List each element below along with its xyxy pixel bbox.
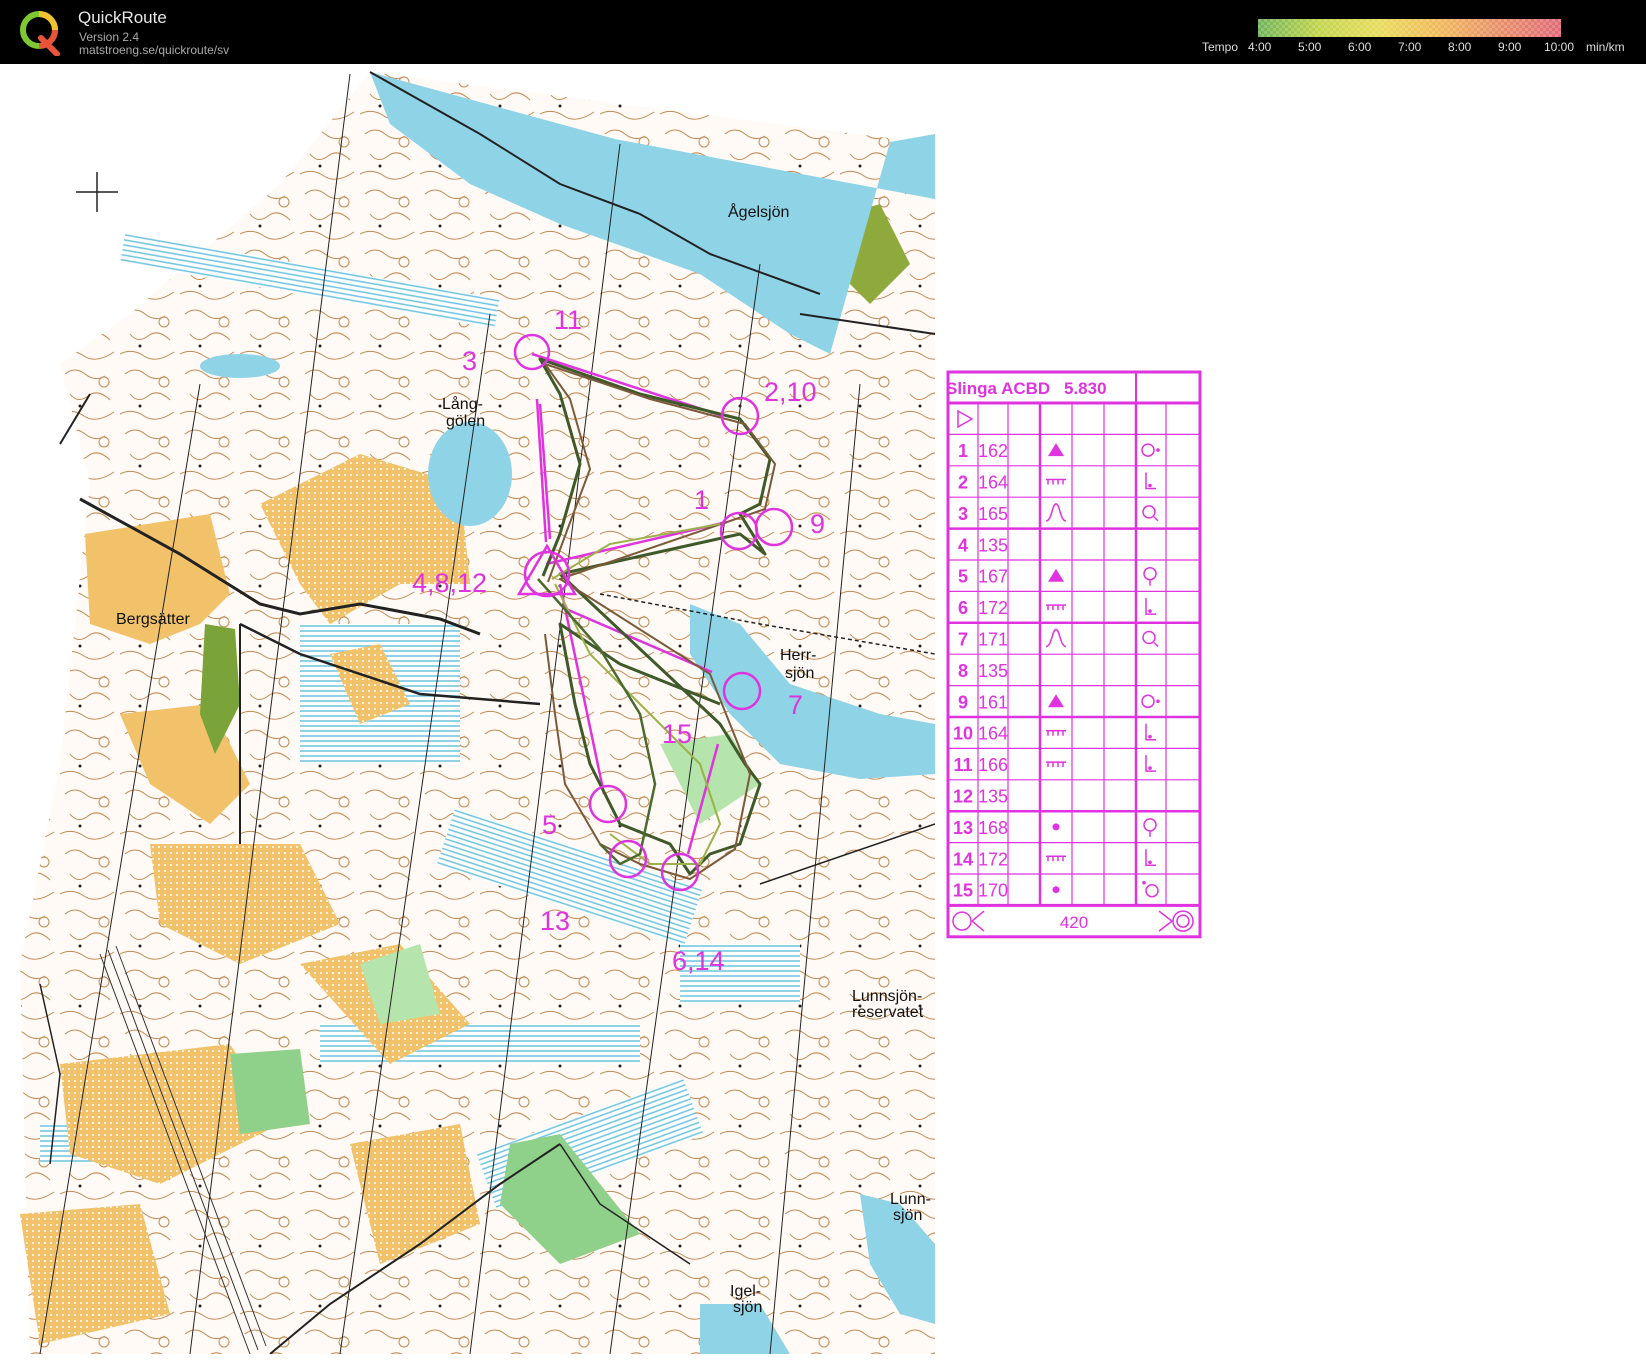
control-row-number: 1 — [958, 441, 968, 461]
control-row-code: 165 — [978, 504, 1008, 524]
control-number: 11 — [554, 305, 582, 335]
control-row-number: 10 — [953, 724, 973, 744]
control-row-code: 172 — [978, 598, 1008, 618]
place-name: sjön — [733, 1299, 762, 1316]
control-row-code: 171 — [978, 630, 1008, 650]
control-row-number: 7 — [958, 630, 968, 650]
control-row-number: 2 — [958, 473, 968, 493]
control-row-code: 164 — [978, 473, 1008, 493]
place-name: Lång- — [442, 395, 483, 413]
control-row-number: 13 — [953, 818, 973, 838]
app-version: Version 2.4 — [79, 30, 140, 44]
control-number: 1 — [694, 485, 709, 515]
tempo-tick: 9:00 — [1498, 40, 1522, 54]
tempo-tick: 10:00 — [1544, 40, 1575, 54]
app-header: QuickRoute Version 2.4 matstroeng.se/qui… — [0, 0, 1646, 64]
control-row-number: 4 — [958, 535, 968, 555]
control-row-code: 167 — [978, 567, 1008, 587]
control-number: 7 — [788, 690, 803, 720]
control-number: 4,8,12 — [412, 568, 487, 598]
control-row-code: 135 — [978, 535, 1008, 555]
place-name: gölen — [446, 413, 485, 430]
tempo-tick: 8:00 — [1448, 40, 1472, 54]
control-row-code: 162 — [978, 441, 1008, 461]
control-row-number: 3 — [958, 504, 968, 524]
control-number: 15 — [662, 719, 692, 749]
tempo-tick: 5:00 — [1298, 40, 1322, 54]
place-name: reservatet — [852, 1004, 924, 1021]
control-row-number: 12 — [953, 787, 973, 807]
control-row-code: 170 — [978, 881, 1008, 901]
tempo-label: Tempo — [1202, 40, 1239, 54]
tempo-color-scale — [1258, 19, 1561, 37]
control-number: 9 — [810, 509, 825, 539]
control-row-code: 164 — [978, 724, 1008, 744]
control-row-code: 172 — [978, 849, 1008, 869]
control-row-code: 168 — [978, 818, 1008, 838]
control-row-code: 161 — [978, 692, 1008, 712]
tempo-tick: 4:00 — [1248, 40, 1272, 54]
boulder-symbol — [1052, 823, 1060, 831]
boulder-symbol — [1052, 886, 1060, 894]
control-row-number: 5 — [958, 567, 968, 587]
place-name: sjön — [893, 1207, 922, 1224]
app-url[interactable]: matstroeng.se/quickroute/sv — [79, 43, 229, 57]
course-length: 5.830 — [1064, 379, 1107, 398]
place-name: Ågelsjön — [728, 202, 789, 221]
control-row-number: 14 — [953, 849, 973, 869]
place-name: Lunn- — [890, 1191, 931, 1208]
place-name: sjön — [785, 665, 814, 682]
control-row-number: 6 — [958, 598, 968, 618]
control-row-number: 11 — [953, 755, 972, 775]
control-row-number: 9 — [958, 692, 968, 712]
place-name: Herr- — [780, 647, 816, 664]
control-description-sheet: Slinga ACBD 5.830 1 162 2 164 3 165 4 135 5 167 6 172… — [946, 370, 1202, 939]
quickroute-logo-icon — [20, 11, 60, 56]
control-row-code: 135 — [978, 787, 1008, 807]
tempo-tick: 6:00 — [1348, 40, 1372, 54]
control-number: 13 — [540, 906, 570, 936]
place-name: Bergsätter — [116, 611, 190, 628]
tempo-unit: min/km — [1586, 40, 1625, 54]
place-name: Igel- — [730, 1283, 761, 1300]
control-number: 6,14 — [672, 946, 725, 976]
orienteering-map[interactable]: Ågelsjön Lång- gölen Bergsätter Herr- sj… — [0, 64, 935, 1354]
control-number: 5 — [542, 810, 557, 840]
control-row-code: 166 — [978, 755, 1008, 775]
app-title: QuickRoute — [78, 8, 167, 27]
control-row-number: 8 — [958, 661, 968, 681]
course-name: Slinga ACBD — [946, 379, 1050, 398]
tempo-tick: 7:00 — [1398, 40, 1422, 54]
control-number: 3 — [462, 346, 477, 376]
control-number: 2,10 — [764, 377, 817, 407]
map-crosshair-icon — [76, 172, 118, 212]
place-name: Lunnsjön- — [852, 988, 922, 1005]
finish-distance: 420 — [1060, 913, 1088, 932]
control-row-code: 135 — [978, 661, 1008, 681]
control-row-number: 15 — [953, 881, 973, 901]
